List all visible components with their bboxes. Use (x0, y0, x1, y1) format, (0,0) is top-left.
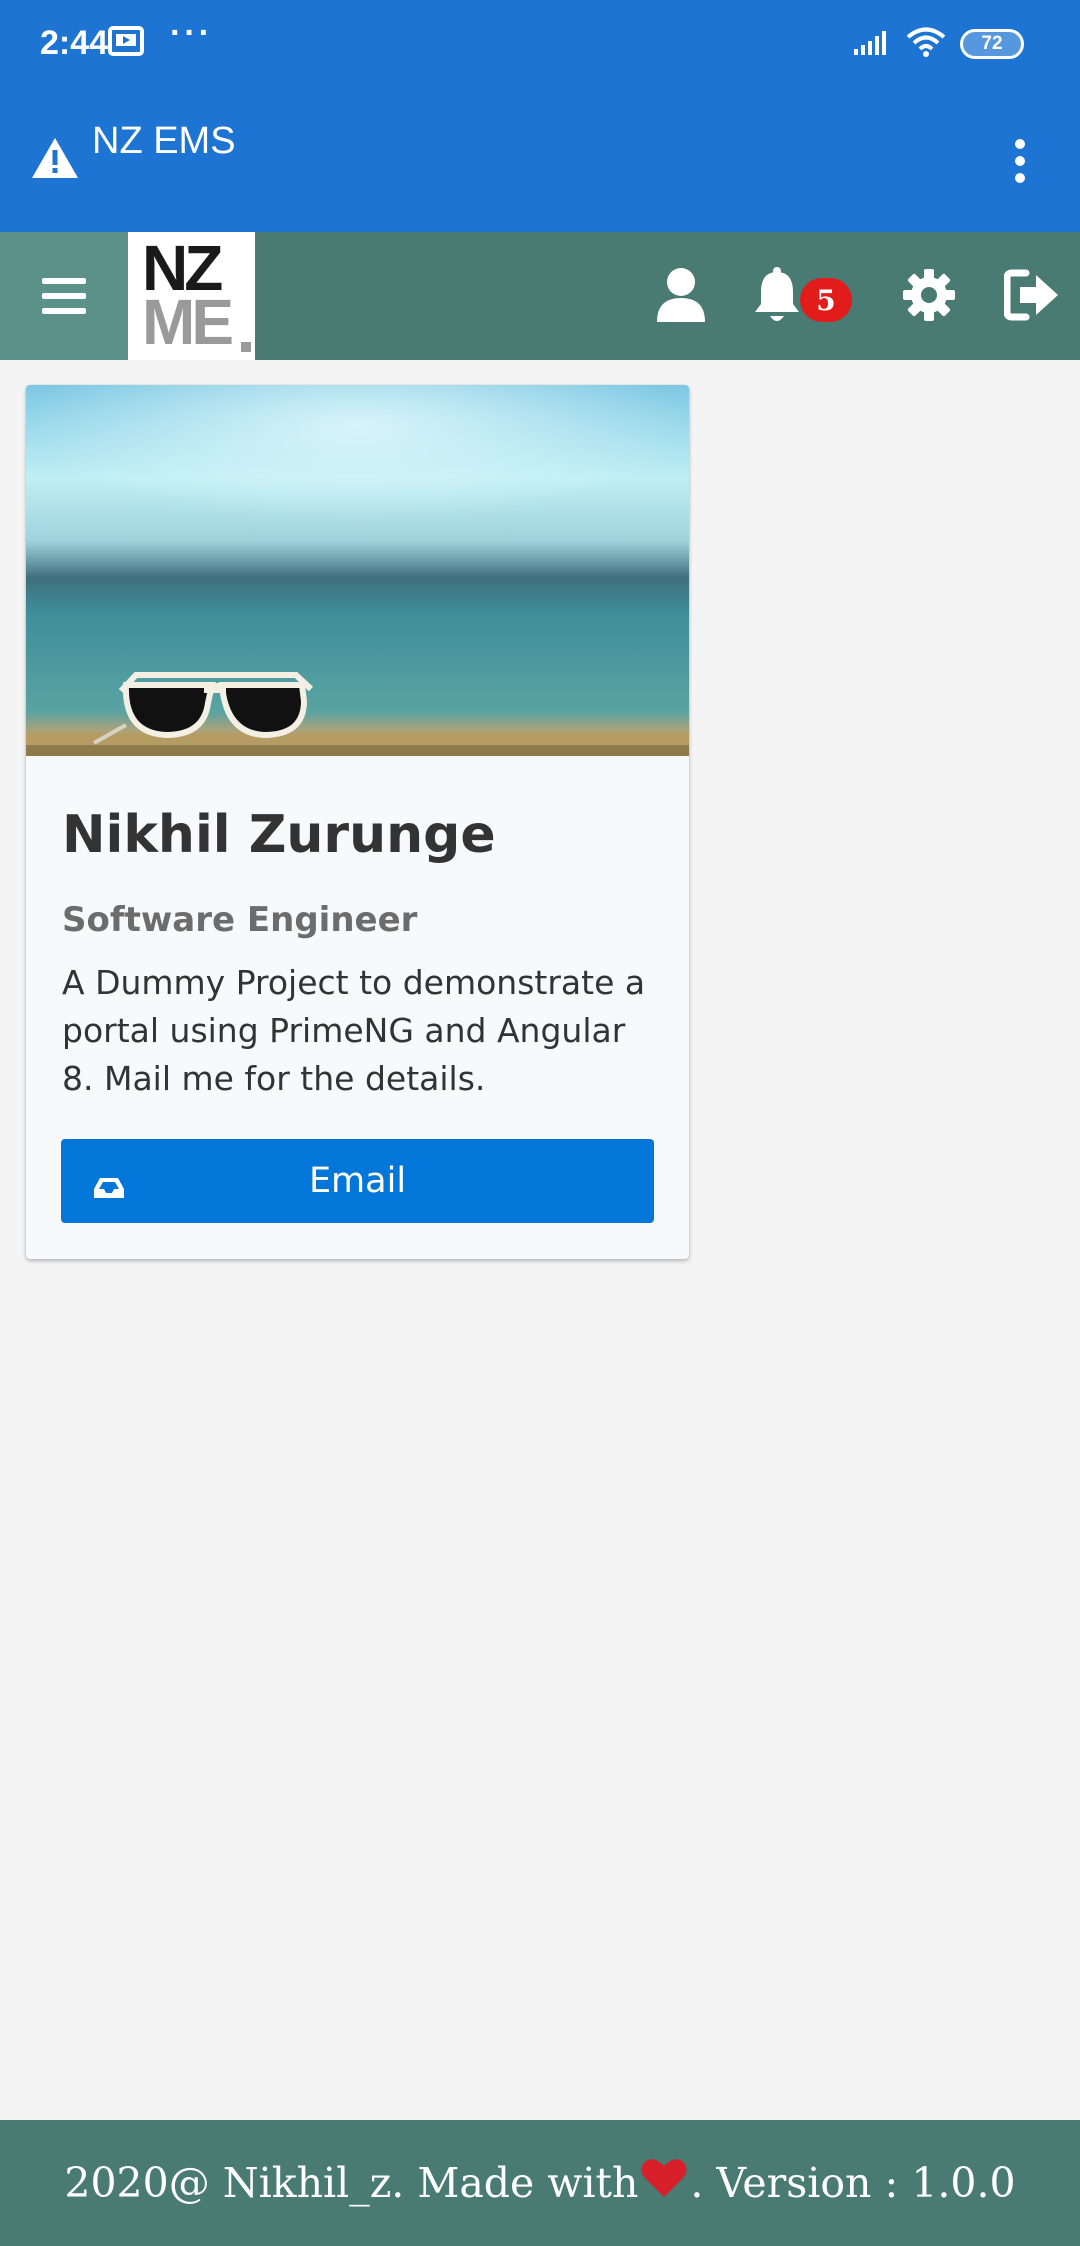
footer: 2020@ Nikhil_z. Made with . Version : 1.… (0, 2120, 1080, 2246)
user-icon[interactable] (655, 266, 707, 328)
screen-cast-icon (108, 26, 144, 62)
status-indicators: 72 (852, 26, 1024, 62)
card-subtitle: Software Engineer (62, 900, 418, 940)
app-header: 2:44 ··· 72 NZ EMS (0, 0, 1080, 232)
bell-icon[interactable] (752, 266, 802, 328)
warning-icon (30, 136, 80, 184)
wifi-icon (906, 26, 946, 62)
card-title: Nikhil Zurunge (62, 805, 496, 865)
logout-icon[interactable] (1003, 266, 1060, 328)
heart-icon (640, 2157, 688, 2209)
notification-count-badge: 5 (800, 278, 852, 322)
battery-indicator: 72 (960, 29, 1024, 59)
email-button[interactable]: Email (61, 1139, 654, 1223)
hamburger-icon (42, 278, 86, 314)
app-title: NZ EMS (92, 120, 236, 162)
status-bar: 2:44 ··· 72 (0, 0, 1080, 90)
card-description: A Dummy Project to demonstrate a portal … (62, 963, 646, 1098)
card-header-image (26, 385, 689, 756)
logo-text-bottom: ME (142, 286, 234, 358)
email-button-label: Email (308, 1161, 407, 1201)
top-navbar: NZ ME (0, 232, 1080, 360)
brand-logo[interactable]: NZ ME (128, 232, 255, 360)
overflow-menu-icon[interactable] (1010, 138, 1030, 188)
inbox-icon (93, 1169, 125, 1209)
signal-icon (852, 27, 892, 61)
gear-icon[interactable] (902, 266, 956, 328)
status-time: 2:44 (40, 24, 109, 62)
footer-text-suffix: . Version : 1.0.0 (690, 2159, 1016, 2207)
logo-dot (241, 342, 251, 352)
profile-card: Nikhil Zurunge Software Engineer A Dummy… (26, 385, 689, 1259)
footer-text-prefix: 2020@ Nikhil_z. Made with (64, 2159, 639, 2207)
more-notifications-icon: ··· (170, 14, 213, 52)
menu-button[interactable] (0, 232, 128, 360)
